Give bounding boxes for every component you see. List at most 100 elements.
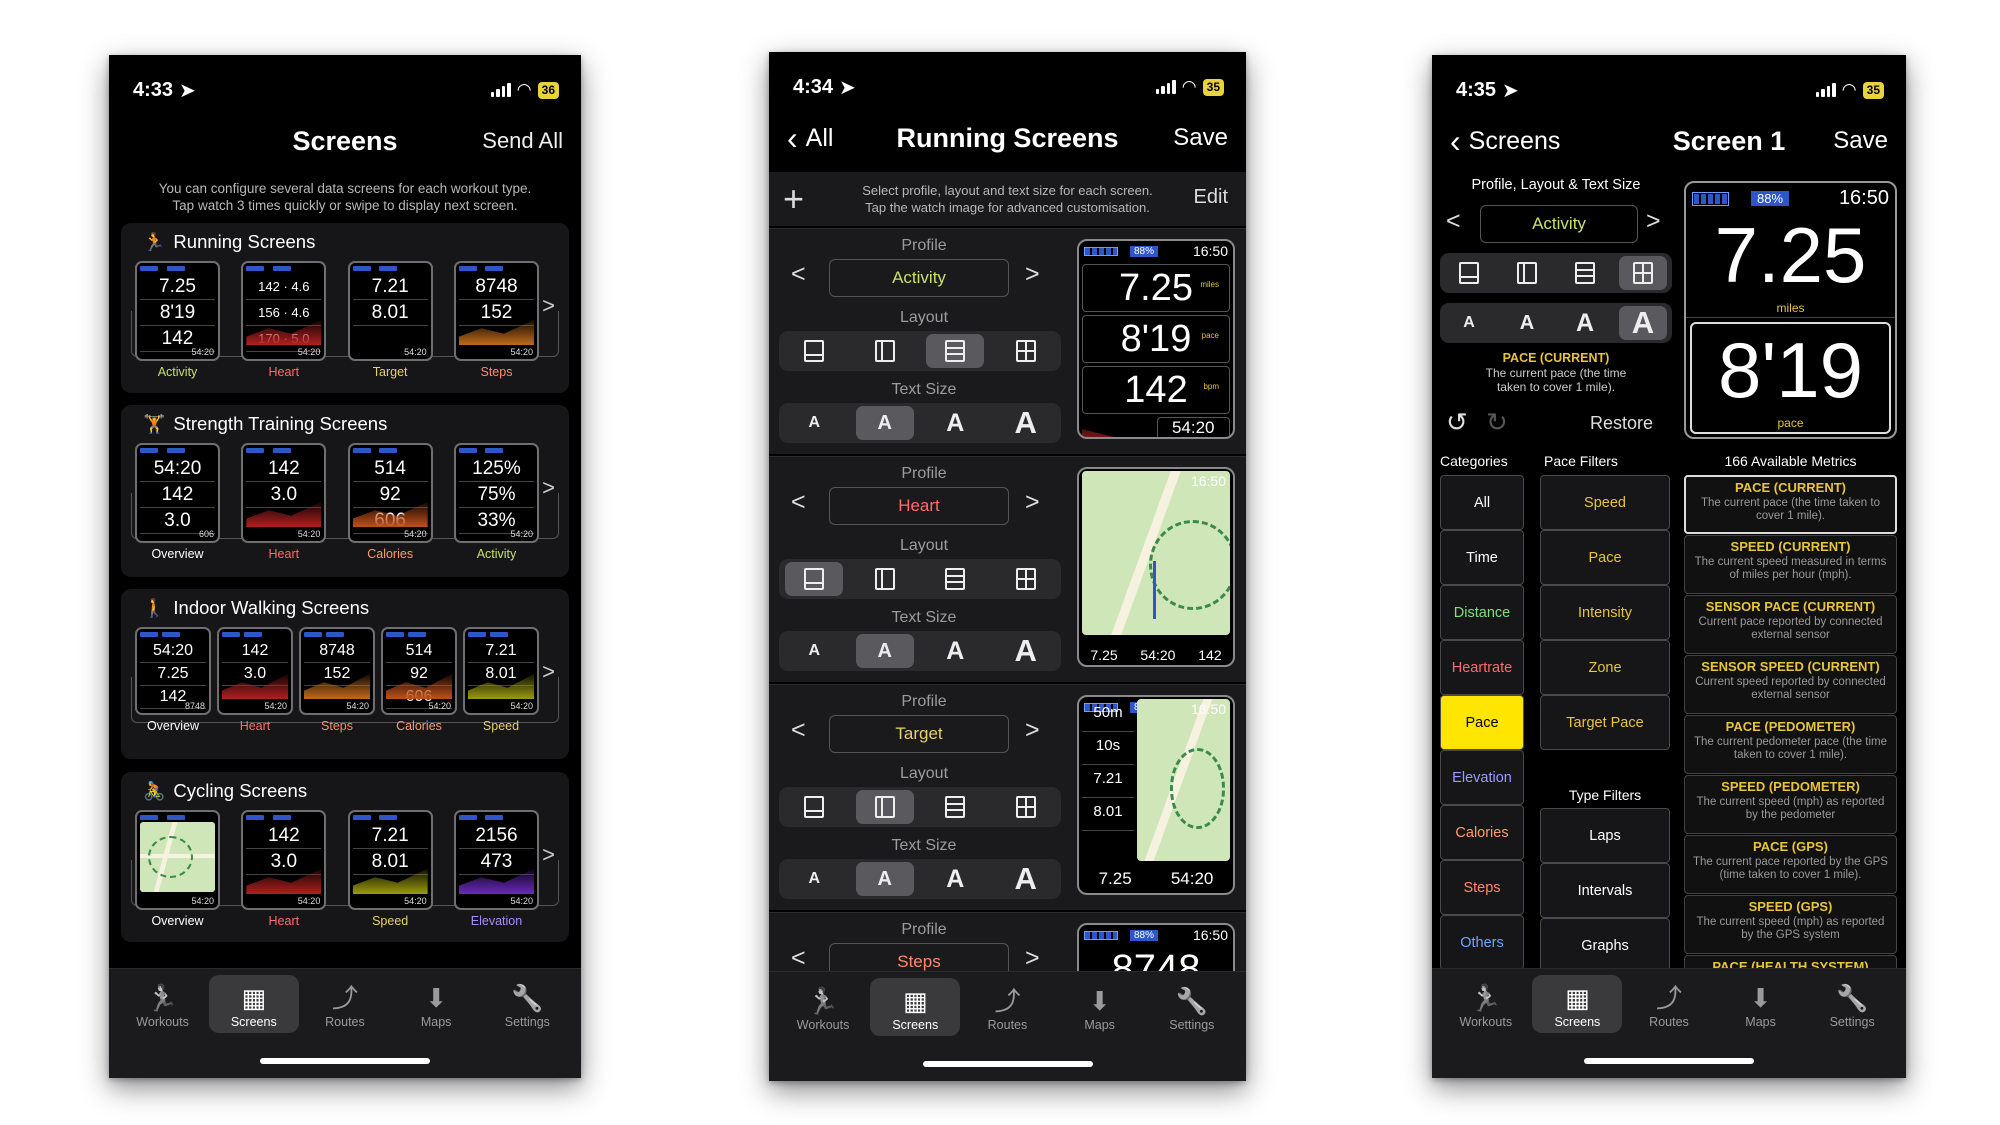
screen-thumb[interactable]: 54:20 Overview	[135, 810, 220, 928]
profile-selector[interactable]: Activity	[1480, 205, 1638, 243]
chevron-right-icon[interactable]: >	[542, 842, 555, 868]
add-icon[interactable]: +	[783, 178, 804, 220]
tab-settings[interactable]: 🔧 Settings	[1147, 978, 1237, 1036]
layout-option-2[interactable]	[1503, 256, 1551, 290]
screen-thumb[interactable]: 7.21 8.01 54:20 Speed	[463, 627, 539, 733]
tab-screens[interactable]: ▦ Screens	[870, 978, 961, 1036]
pace-filter-pace[interactable]: Pace	[1540, 530, 1670, 585]
watch-preview[interactable]: 88%16:5016:507.2554:20142	[1077, 467, 1235, 667]
layout-option-3[interactable]	[926, 562, 984, 596]
back-button[interactable]: ‹ All	[787, 120, 833, 157]
metric-item[interactable]: PACE (GPS) The current pace reported by t…	[1684, 835, 1897, 894]
next-profile-arrow[interactable]: >	[1646, 207, 1661, 236]
next-profile-arrow[interactable]: >	[1025, 488, 1040, 517]
metric-item[interactable]: SPEED (CURRENT) The current speed measure…	[1684, 535, 1897, 594]
next-profile-arrow[interactable]: >	[1025, 716, 1040, 745]
text-size-1[interactable]: A	[1445, 306, 1493, 340]
text-size-4[interactable]: A	[997, 405, 1055, 440]
prev-profile-arrow[interactable]: <	[1446, 207, 1461, 236]
screen-thumb[interactable]: 142 3.0 54:20 Heart	[217, 627, 293, 733]
metric-item[interactable]: PACE (CURRENT) The current pace (the time…	[1684, 475, 1897, 534]
chevron-right-icon[interactable]: >	[542, 475, 555, 501]
send-all-button[interactable]: Send All	[482, 128, 563, 154]
layout-option-4[interactable]	[997, 562, 1055, 596]
category-time[interactable]: Time	[1440, 530, 1524, 585]
text-size-2[interactable]: A	[1503, 306, 1551, 340]
redo-icon[interactable]: ↻	[1486, 407, 1508, 438]
screen-thumb[interactable]: 5149260654:20 Calories	[347, 443, 433, 561]
type-filter-laps[interactable]: Laps	[1540, 808, 1670, 863]
text-size-2[interactable]: A	[855, 862, 914, 896]
type-filter-intervals[interactable]: Intervals	[1540, 863, 1670, 918]
text-size-4[interactable]: A	[997, 633, 1055, 668]
screen-thumb[interactable]: 2156 473 54:20 Elevation	[453, 810, 539, 928]
screen-thumb[interactable]: 8748 152 54:20 Steps	[299, 627, 375, 733]
layout-option-3[interactable]	[926, 790, 984, 824]
watch-preview[interactable]: 88% 16:50 7.25 miles 8'19 pace 142 bpm 54:20	[1077, 239, 1235, 439]
screen-thumb[interactable]: 54:20 142 3.0 606 Overview	[135, 443, 220, 561]
save-button[interactable]: Save	[1173, 124, 1228, 152]
screen-thumb[interactable]: 7.25 8'19 142 54:20 Activity	[135, 261, 220, 379]
tab-workouts[interactable]: 🏃 Workouts	[1441, 975, 1531, 1033]
pace-filter-zone[interactable]: Zone	[1540, 640, 1670, 695]
category-heartrate[interactable]: Heartrate	[1440, 640, 1524, 695]
metric-item[interactable]: SENSOR SPEED (CURRENT) Current speed repo…	[1684, 655, 1897, 714]
text-size-3[interactable]: A	[926, 406, 984, 440]
category-elevation[interactable]: Elevation	[1440, 750, 1524, 805]
tab-routes[interactable]: ⤴ Routes	[1624, 975, 1714, 1033]
screen-thumb[interactable]: 142 3.0 54:20 Heart	[241, 810, 327, 928]
save-button[interactable]: Save	[1833, 127, 1888, 155]
metric-item[interactable]: SPEED (GPS) The current speed (mph) as re…	[1684, 895, 1897, 954]
back-button[interactable]: ‹ Screens	[1450, 123, 1560, 160]
type-filter-graphs[interactable]: Graphs	[1540, 918, 1670, 973]
layout-option-1[interactable]	[785, 562, 844, 596]
screen-thumb[interactable]: 54:20 7.25 142 8748 Overview	[135, 627, 211, 733]
screen-thumb[interactable]: 125% 75% 33% 54:20 Activity	[453, 443, 539, 561]
tab-routes[interactable]: ⤴ Routes	[300, 975, 390, 1033]
layout-option-1[interactable]	[785, 334, 843, 368]
text-size-2[interactable]: A	[855, 634, 914, 668]
tab-routes[interactable]: ⤴ Routes	[962, 978, 1052, 1036]
text-size-4[interactable]: A	[997, 861, 1055, 896]
screen-thumb[interactable]: 8748 152 54:20 Steps	[453, 261, 539, 379]
chevron-right-icon[interactable]: >	[542, 659, 555, 685]
text-size-1[interactable]: A	[785, 406, 843, 440]
tab-workouts[interactable]: 🏃 Workouts	[118, 975, 208, 1033]
category-steps[interactable]: Steps	[1440, 860, 1524, 915]
profile-selector[interactable]: Activity	[829, 259, 1009, 297]
text-size-3[interactable]: A	[1561, 306, 1609, 340]
screen-thumb[interactable]: 142 3.0 54:20 Heart	[241, 443, 327, 561]
screen-thumb[interactable]: 7.21 8.01 54:20 Speed	[347, 810, 433, 928]
tab-maps[interactable]: ⬇ Maps	[391, 975, 481, 1033]
watch-preview[interactable]: 88% 16:50 7.25 miles 8'19 pace	[1684, 181, 1897, 439]
screen-thumb[interactable]: 7.21 8.01 54:20 Target	[347, 261, 433, 379]
text-size-1[interactable]: A	[785, 634, 843, 668]
prev-profile-arrow[interactable]: <	[791, 716, 806, 745]
layout-option-4[interactable]	[997, 790, 1055, 824]
pace-filter-intensity[interactable]: Intensity	[1540, 585, 1670, 640]
layout-option-4[interactable]	[1619, 256, 1667, 290]
layout-option-4[interactable]	[997, 334, 1055, 368]
prev-profile-arrow[interactable]: <	[791, 488, 806, 517]
screen-thumb[interactable]: 142 · 4.6156 · 4.6170 · 5.054:20 Heart	[241, 261, 327, 379]
prev-profile-arrow[interactable]: <	[791, 260, 806, 289]
undo-icon[interactable]: ↺	[1446, 407, 1468, 438]
metric-item[interactable]: SPEED (PEDOMETER) The current speed (mph)…	[1684, 775, 1897, 834]
layout-option-1[interactable]	[785, 790, 843, 824]
category-all[interactable]: All	[1440, 475, 1524, 530]
restore-button[interactable]: Restore	[1590, 413, 1653, 434]
category-others[interactable]: Others	[1440, 915, 1524, 970]
screen-thumb[interactable]: 5149260654:20 Calories	[381, 627, 457, 733]
category-pace[interactable]: Pace	[1440, 695, 1524, 750]
tab-screens[interactable]: ▦ Screens	[208, 975, 299, 1033]
next-profile-arrow[interactable]: >	[1025, 260, 1040, 289]
tab-settings[interactable]: 🔧 Settings	[1807, 975, 1897, 1033]
text-size-3[interactable]: A	[926, 634, 984, 668]
category-calories[interactable]: Calories	[1440, 805, 1524, 860]
chevron-right-icon[interactable]: >	[542, 293, 555, 319]
layout-option-3[interactable]	[1561, 256, 1609, 290]
tab-maps[interactable]: ⬇ Maps	[1055, 978, 1145, 1036]
layout-option-3[interactable]	[926, 334, 985, 368]
layout-option-2[interactable]	[856, 334, 914, 368]
watch-preview[interactable]: 88%16:5050m10s7.218.0116:507.2554:20	[1077, 695, 1235, 895]
